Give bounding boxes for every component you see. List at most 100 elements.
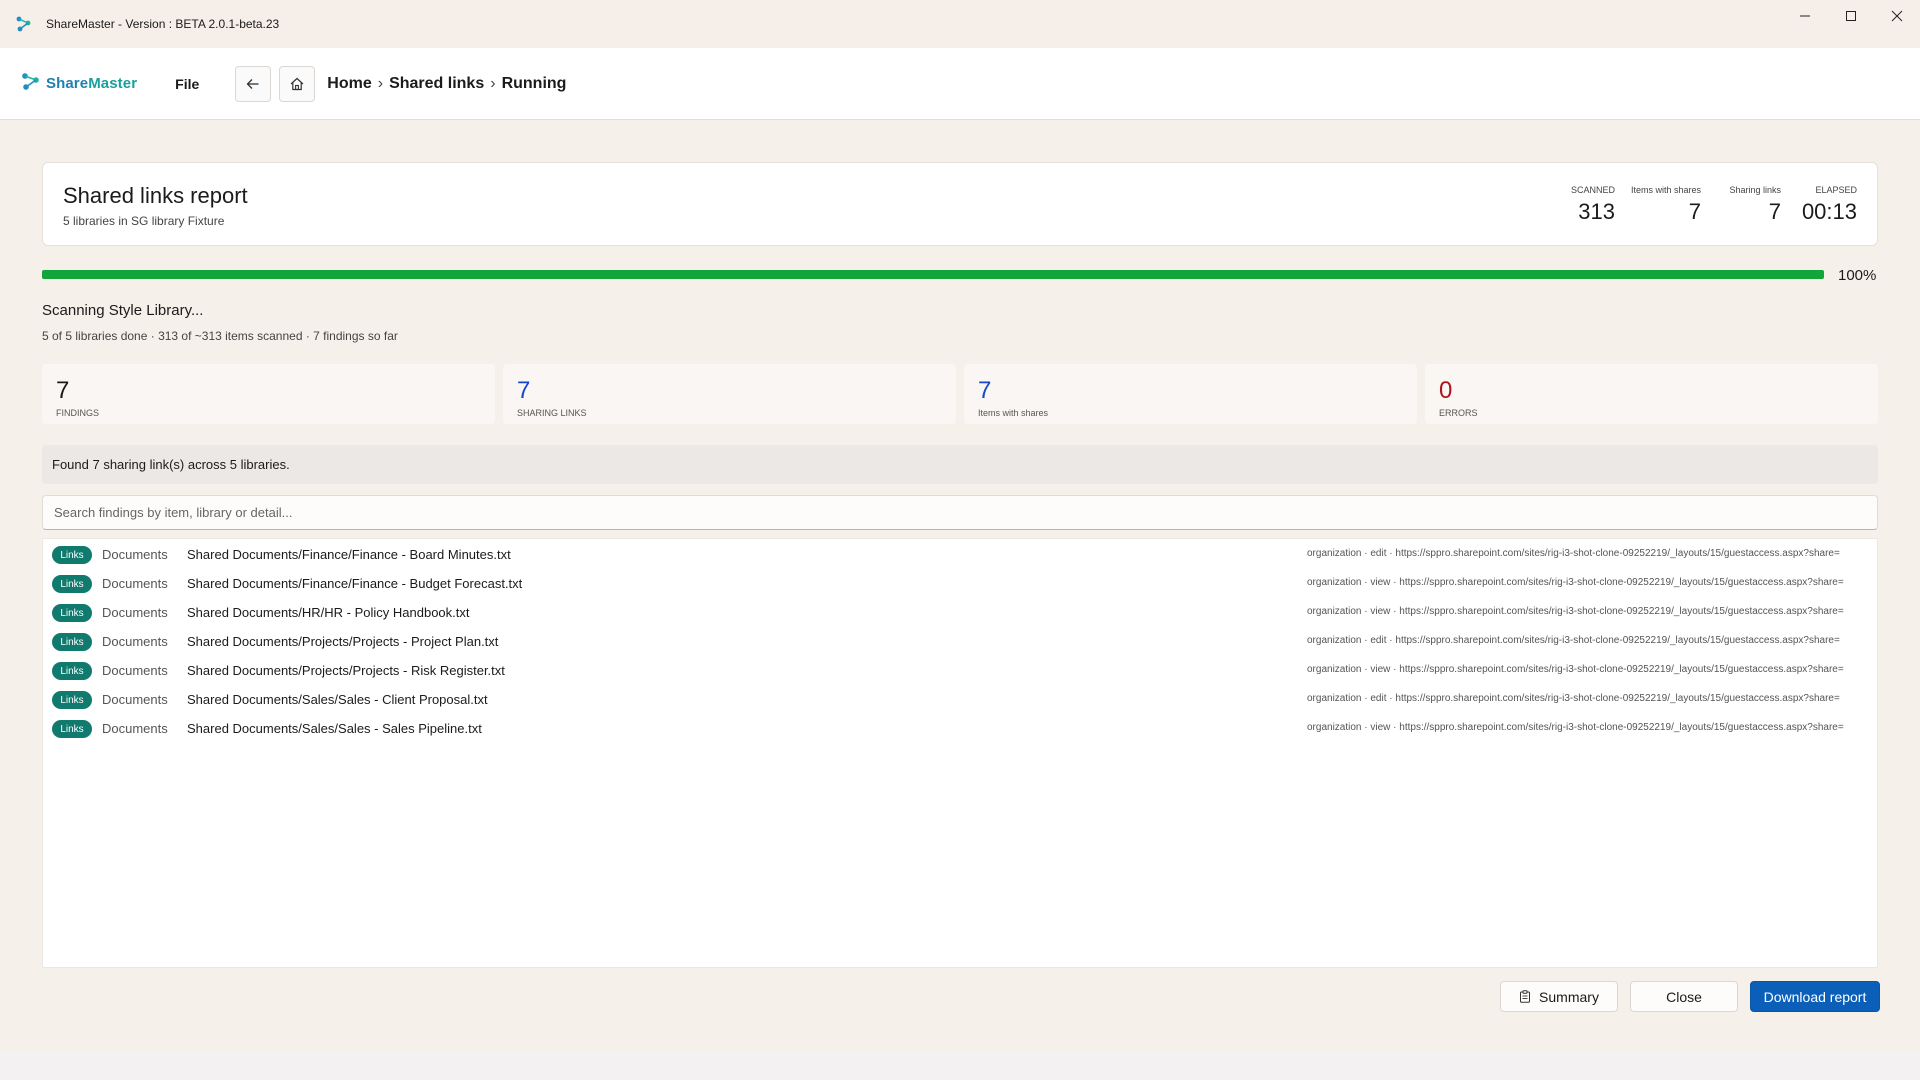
list-item[interactable]: Links Documents Shared Documents/Project…: [43, 627, 1877, 656]
item-path: Shared Documents/Projects/Projects - Ris…: [187, 663, 505, 678]
list-item[interactable]: Links Documents Shared Documents/Project…: [43, 656, 1877, 685]
brand-name: ShareMaster: [46, 75, 137, 92]
finding-detail: organization · edit · https://sppro.shar…: [1307, 548, 1840, 559]
download-report-button[interactable]: Download report: [1750, 981, 1880, 1012]
brand-name-part1: Share: [46, 75, 89, 92]
clipboard-icon: [1519, 990, 1531, 1003]
app-bar: ShareMaster File Home › Shared links › R…: [0, 48, 1920, 120]
window-controls: [1782, 0, 1920, 32]
maximize-button[interactable]: [1828, 0, 1874, 32]
maximize-icon: [1846, 11, 1856, 21]
stat-label: ELAPSED: [1815, 185, 1857, 195]
links-badge: Links: [52, 633, 92, 651]
minimize-button[interactable]: [1782, 0, 1828, 32]
home-button[interactable]: [279, 65, 316, 102]
report-subtitle: 5 libraries in SG library Fixture: [63, 214, 225, 228]
stat-label: Sharing links: [1729, 185, 1781, 195]
item-path: Shared Documents/Sales/Sales - Client Pr…: [187, 692, 488, 707]
arrow-left-icon: [246, 78, 259, 89]
list-item[interactable]: Links Documents Shared Documents/Finance…: [43, 569, 1877, 598]
finding-detail: organization · view · https://sppro.shar…: [1307, 606, 1844, 617]
list-item[interactable]: Links Documents Shared Documents/Sales/S…: [43, 685, 1877, 714]
tile-items-with-shares: 7 Items with shares: [964, 364, 1417, 424]
links-badge: Links: [52, 662, 92, 680]
app-logo-icon: [14, 14, 34, 34]
footer-band: [0, 1052, 1920, 1080]
breadcrumb-shared-links[interactable]: Shared links: [389, 75, 484, 93]
tile-value: 7: [56, 377, 70, 404]
item-path: Shared Documents/Finance/Finance - Budge…: [187, 576, 523, 591]
sharemaster-logo-icon: [20, 70, 42, 97]
progress-fill: [42, 270, 1824, 279]
tile-label: FINDINGS: [56, 408, 100, 418]
report-header-card: Shared links report 5 libraries in SG li…: [42, 162, 1878, 246]
list-item[interactable]: Links Documents Shared Documents/Sales/S…: [43, 714, 1877, 743]
finding-detail: organization · view · https://sppro.shar…: [1307, 664, 1844, 675]
list-item[interactable]: Links Documents Shared Documents/Finance…: [43, 540, 1877, 569]
minimize-icon: [1800, 15, 1810, 17]
close-icon: [1891, 10, 1903, 22]
library-name: Documents: [102, 634, 168, 649]
brand-logo: ShareMaster: [20, 70, 137, 97]
tile-label: ERRORS: [1439, 408, 1478, 418]
item-path: Shared Documents/Projects/Projects - Pro…: [187, 634, 499, 649]
home-icon: [290, 77, 304, 90]
item-path: Shared Documents/HR/HR - Policy Handbook…: [187, 605, 470, 620]
progress-bar: [42, 270, 1824, 279]
tile-sharing-links: 7 SHARING LINKS: [503, 364, 956, 424]
tile-value: 7: [978, 377, 992, 404]
finding-detail: organization · view · https://sppro.shar…: [1307, 722, 1844, 733]
metric-tiles: 7 FINDINGS 7 SHARING LINKS 7 Items with …: [42, 364, 1878, 424]
library-name: Documents: [102, 576, 168, 591]
close-button-label: Close: [1666, 988, 1702, 1005]
stat-items-with-shares: Items with shares 7: [1631, 185, 1701, 225]
breadcrumb-separator: ›: [377, 74, 384, 92]
search-input[interactable]: [42, 495, 1878, 530]
summary-button-label: Summary: [1539, 988, 1599, 1005]
brand-name-part2: Master: [88, 75, 138, 92]
library-name: Documents: [102, 605, 168, 620]
tile-value: 7: [517, 377, 531, 404]
library-name: Documents: [102, 721, 168, 736]
summary-button[interactable]: Summary: [1500, 981, 1618, 1012]
results-summary-bar: Found 7 sharing link(s) across 5 librari…: [42, 445, 1878, 484]
library-name: Documents: [102, 547, 168, 562]
finding-detail: organization · view · https://sppro.shar…: [1307, 577, 1844, 588]
page-title: Shared links report: [63, 183, 248, 208]
finding-detail: organization · edit · https://sppro.shar…: [1307, 635, 1840, 646]
stat-label: Items with shares: [1630, 185, 1701, 195]
links-badge: Links: [52, 720, 92, 738]
download-report-label: Download report: [1763, 988, 1867, 1005]
library-name: Documents: [102, 663, 168, 678]
item-path: Shared Documents/Sales/Sales - Sales Pip…: [187, 721, 482, 736]
close-button[interactable]: Close: [1630, 981, 1738, 1012]
close-window-button[interactable]: [1874, 0, 1920, 32]
window-title: ShareMaster - Version : BETA 2.0.1-beta.…: [46, 17, 280, 31]
scan-detail: 5 of 5 libraries done · 313 of ~313 item…: [42, 329, 398, 343]
breadcrumb-home[interactable]: Home: [327, 75, 371, 93]
stat-scanned: SCANNED 313: [1571, 185, 1615, 225]
stat-label: SCANNED: [1570, 185, 1615, 195]
tile-errors: 0 ERRORS: [1425, 364, 1878, 424]
list-item[interactable]: Links Documents Shared Documents/HR/HR -…: [43, 598, 1877, 627]
links-badge: Links: [52, 604, 92, 622]
back-button[interactable]: [235, 65, 272, 102]
tile-label: SHARING LINKS: [517, 408, 587, 418]
title-bar: ShareMaster - Version : BETA 2.0.1-beta.…: [0, 0, 1920, 48]
stat-value: 7: [1688, 199, 1701, 224]
file-menu[interactable]: File: [167, 70, 207, 98]
tile-findings: 7 FINDINGS: [42, 364, 495, 424]
stat-value: 313: [1578, 199, 1615, 224]
finding-detail: organization · edit · https://sppro.shar…: [1307, 693, 1840, 704]
breadcrumb-running: Running: [501, 74, 567, 92]
findings-list: Links Documents Shared Documents/Finance…: [42, 538, 1878, 968]
tile-label: Items with shares: [978, 408, 1049, 418]
breadcrumb-separator: ›: [490, 74, 496, 92]
breadcrumb: Home › Shared links › Running: [327, 75, 566, 93]
links-badge: Links: [52, 546, 92, 564]
links-badge: Links: [52, 691, 92, 709]
stat-sharing-links: Sharing links 7: [1729, 185, 1781, 225]
stat-value: 7: [1768, 199, 1781, 224]
item-path: Shared Documents/Finance/Finance - Board…: [187, 547, 511, 562]
links-badge: Links: [52, 575, 92, 593]
